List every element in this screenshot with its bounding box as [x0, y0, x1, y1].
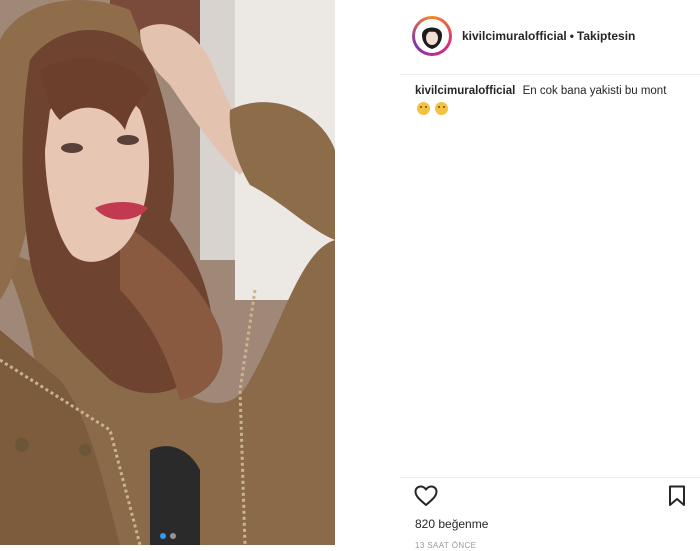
avatar[interactable] — [415, 19, 449, 53]
selfie-image — [0, 0, 335, 545]
actions-divider — [400, 477, 700, 478]
carousel-dot-active — [159, 533, 166, 539]
follow-status-button[interactable]: Takiptesin — [577, 29, 635, 43]
bookmark-icon[interactable] — [668, 485, 686, 512]
post-actions — [414, 485, 686, 512]
laughing-face-icon — [435, 102, 449, 115]
header-text: kivilcimuralofficial • Takiptesin — [462, 29, 635, 43]
account-username[interactable]: kivilcimuralofficial — [462, 29, 567, 43]
post-side-panel: kivilcimuralofficial • Takiptesin kivilc… — [400, 0, 700, 551]
separator-dot: • — [569, 29, 574, 43]
post-timestamp[interactable]: 13 SAAT ÖNCE — [415, 541, 476, 550]
like-count[interactable]: 820 beğenme — [415, 517, 488, 531]
avatar-illustration-icon — [417, 21, 447, 51]
post-photo[interactable] — [0, 0, 335, 545]
post-caption: kivilcimuralofficial En cok bana yakisti… — [415, 82, 677, 120]
instagram-post: kivilcimuralofficial • Takiptesin kivilc… — [0, 0, 700, 551]
heart-icon[interactable] — [414, 485, 438, 512]
carousel-indicator — [0, 533, 335, 539]
carousel-dot — [169, 533, 176, 539]
caption-username[interactable]: kivilcimuralofficial — [415, 85, 515, 97]
caption-text: En cok bana yakisti bu mont — [522, 85, 667, 97]
story-ring[interactable] — [412, 16, 452, 56]
header-divider — [400, 74, 700, 75]
post-header: kivilcimuralofficial • Takiptesin — [412, 14, 700, 58]
confused-face-icon — [417, 102, 430, 115]
